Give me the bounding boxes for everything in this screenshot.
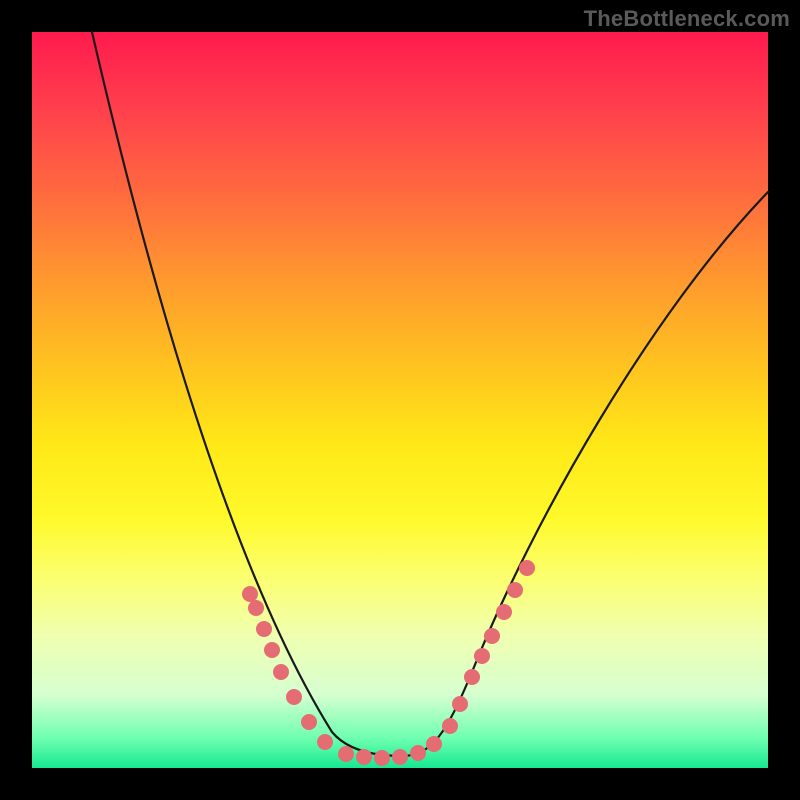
data-point xyxy=(519,560,535,576)
bottleneck-curve xyxy=(92,32,768,756)
data-point xyxy=(356,749,372,765)
points-group-bottom xyxy=(338,736,442,766)
data-point xyxy=(248,600,264,616)
data-point xyxy=(474,648,490,664)
data-point xyxy=(464,669,480,685)
data-point xyxy=(392,749,408,765)
data-point xyxy=(301,714,317,730)
plot-area xyxy=(32,32,768,768)
data-point xyxy=(273,664,289,680)
chart-svg xyxy=(32,32,768,768)
data-point xyxy=(452,696,468,712)
data-point xyxy=(426,736,442,752)
data-point xyxy=(242,586,258,602)
data-point xyxy=(484,628,500,644)
data-point xyxy=(442,718,458,734)
data-point xyxy=(317,734,333,750)
points-group-left xyxy=(242,586,333,750)
watermark-text: TheBottleneck.com xyxy=(584,6,790,32)
data-point xyxy=(286,689,302,705)
data-point xyxy=(507,582,523,598)
chart-frame: TheBottleneck.com xyxy=(0,0,800,800)
data-point xyxy=(264,642,280,658)
points-group-right xyxy=(442,560,535,734)
data-point xyxy=(410,745,426,761)
data-point xyxy=(338,746,354,762)
data-point xyxy=(496,604,512,620)
data-point xyxy=(256,621,272,637)
data-point xyxy=(374,750,390,766)
